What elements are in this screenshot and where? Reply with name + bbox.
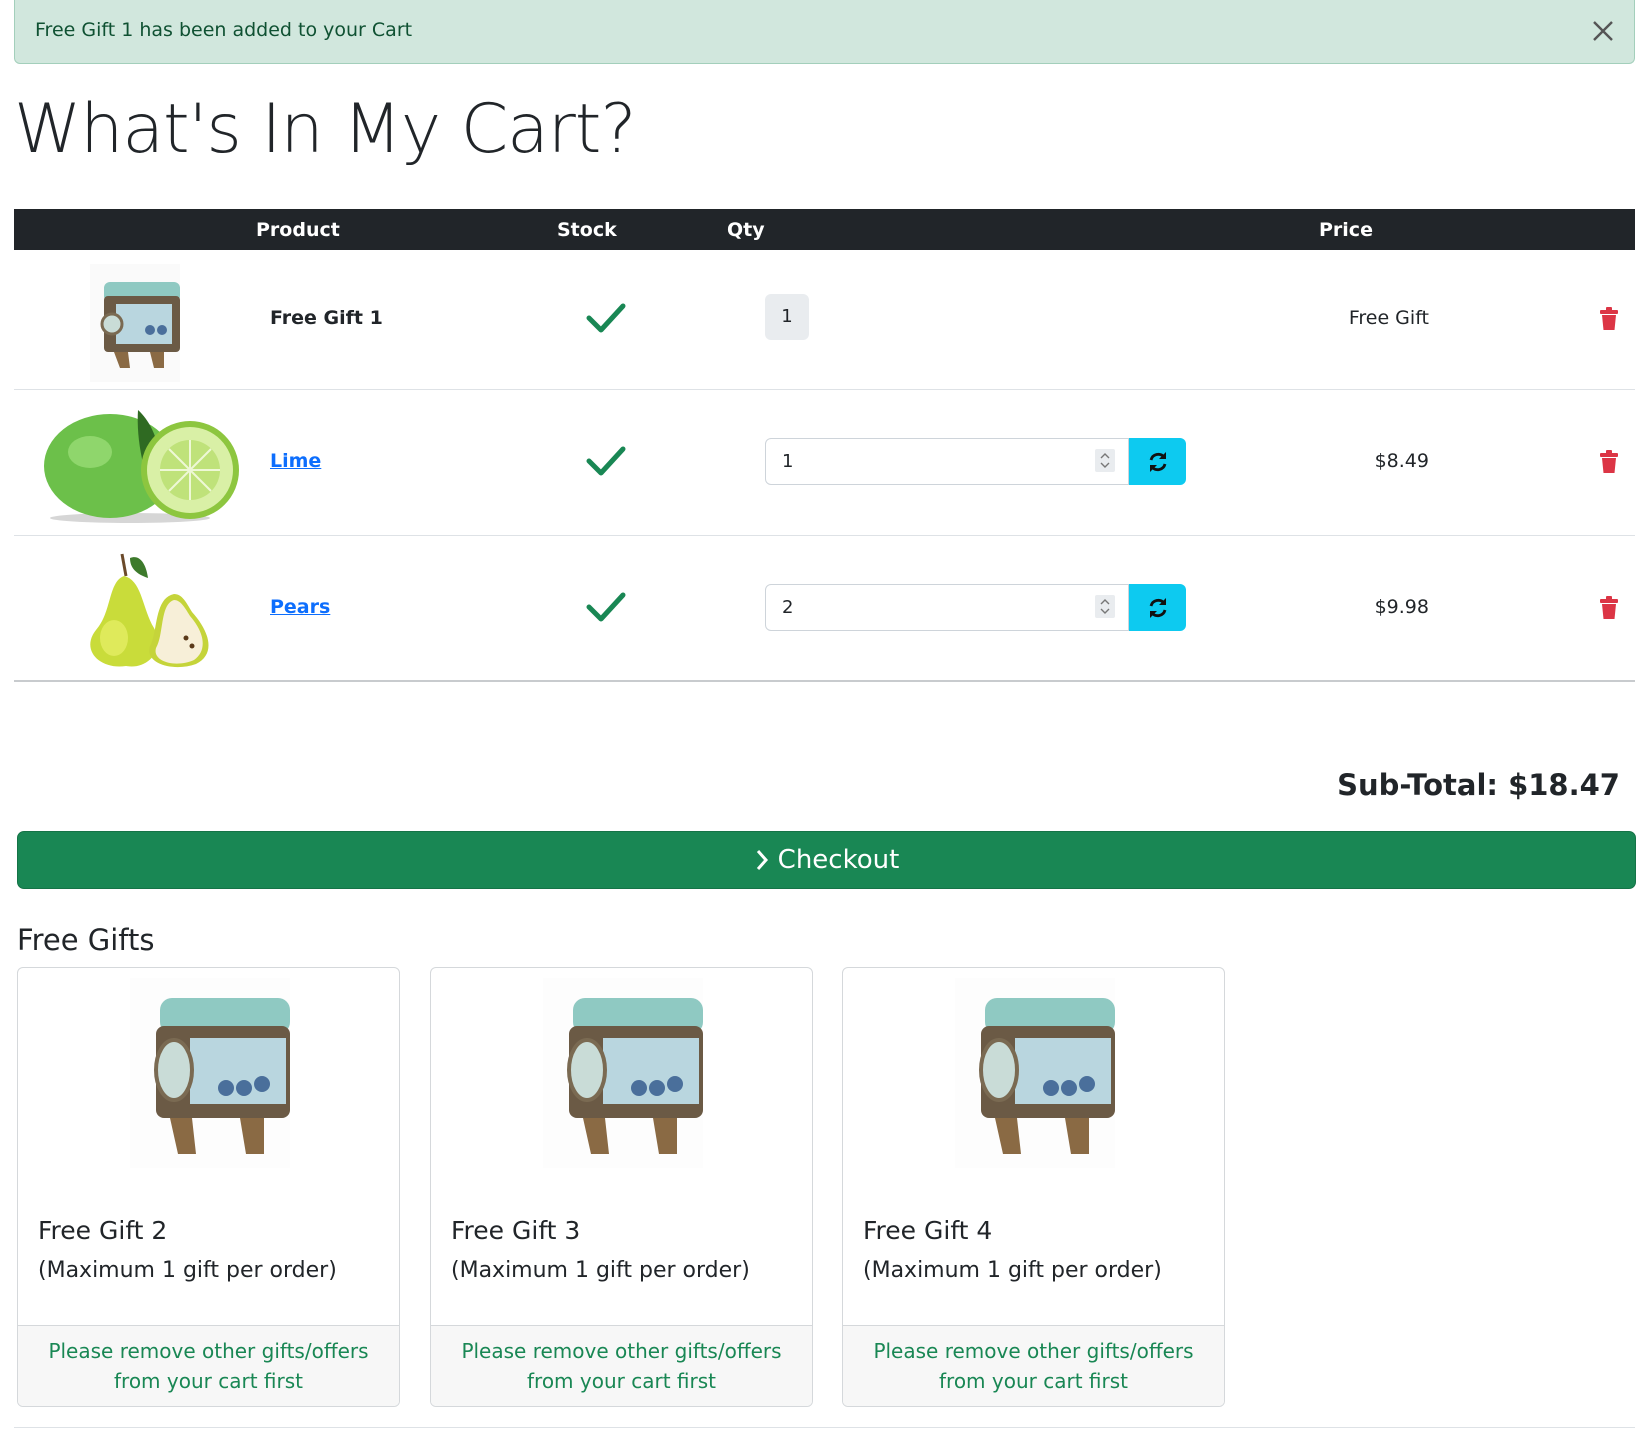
gift-card: Free Gift 2 (Maximum 1 gift per order) P… [17, 967, 400, 1407]
cart-table: Product Stock Qty Price Free Gift 1 1 Fr… [14, 209, 1635, 682]
checkout-label: Checkout [777, 845, 900, 875]
gift-card-footer: Please remove other gifts/offers from yo… [18, 1325, 399, 1406]
product-link[interactable]: Lime [270, 450, 321, 472]
refresh-icon [1149, 597, 1166, 618]
page-title: What's In My Cart? [14, 90, 637, 169]
quantity-input[interactable]: 2 [765, 584, 1129, 631]
in-stock-check-icon [586, 303, 626, 333]
pear-image [90, 553, 209, 668]
table-row: Free Gift 1 1 Free Gift [14, 250, 1635, 390]
subtotal: Sub-Total: $18.47 [1337, 768, 1620, 802]
jewelry-box-image [130, 978, 290, 1168]
gift-limit-note: (Maximum 1 gift per order) [863, 1258, 1162, 1283]
header-qty: Qty [727, 219, 765, 241]
in-stock-check-icon [586, 446, 626, 476]
gift-title: Free Gift 3 [451, 1216, 581, 1245]
product-price: $8.49 [1374, 450, 1429, 472]
product-price: $9.98 [1374, 596, 1429, 618]
trash-icon[interactable] [1599, 307, 1619, 331]
product-price: Free Gift [1348, 307, 1429, 329]
update-quantity-button[interactable] [1129, 438, 1186, 485]
alert-message: Free Gift 1 has been added to your Cart [35, 19, 413, 41]
divider [14, 1427, 1635, 1428]
header-price: Price [1319, 219, 1373, 241]
jewelry-box-image [90, 264, 180, 382]
gift-card: Free Gift 3 (Maximum 1 gift per order) P… [430, 967, 813, 1407]
gift-limit-note: (Maximum 1 gift per order) [38, 1258, 337, 1283]
lime-image [44, 410, 239, 523]
product-link[interactable]: Pears [270, 596, 330, 618]
quantity-group: 1 [765, 438, 1186, 485]
spinner-icon[interactable] [1095, 449, 1115, 472]
success-alert: Free Gift 1 has been added to your Cart [14, 0, 1635, 64]
trash-icon[interactable] [1599, 450, 1619, 474]
table-header: Product Stock Qty Price [14, 209, 1635, 250]
quantity-readonly: 1 [765, 294, 809, 340]
product-name: Free Gift 1 [270, 307, 383, 329]
gift-card-footer: Please remove other gifts/offers from yo… [843, 1325, 1224, 1406]
gift-card: Free Gift 4 (Maximum 1 gift per order) P… [842, 967, 1225, 1407]
close-icon[interactable] [1586, 14, 1620, 48]
refresh-icon [1149, 451, 1166, 472]
update-quantity-button[interactable] [1129, 584, 1186, 631]
gift-title: Free Gift 4 [863, 1216, 993, 1245]
table-row: Lime 1 $8.49 [14, 390, 1635, 536]
header-product: Product [256, 219, 340, 241]
jewelry-box-image [543, 978, 703, 1168]
quantity-group: 2 [765, 584, 1186, 631]
table-row: Pears 2 $9.98 [14, 536, 1635, 682]
trash-icon[interactable] [1599, 596, 1619, 620]
header-stock: Stock [557, 219, 617, 241]
in-stock-check-icon [586, 592, 626, 622]
free-gifts-heading: Free Gifts [17, 923, 155, 957]
jewelry-box-image [955, 978, 1115, 1168]
gift-limit-note: (Maximum 1 gift per order) [451, 1258, 750, 1283]
spinner-icon[interactable] [1095, 595, 1115, 618]
gift-title: Free Gift 2 [38, 1216, 168, 1245]
gift-card-footer: Please remove other gifts/offers from yo… [431, 1325, 812, 1406]
quantity-input[interactable]: 1 [765, 438, 1129, 485]
checkout-button[interactable]: Checkout [17, 831, 1636, 889]
chevron-right-icon [756, 850, 768, 870]
